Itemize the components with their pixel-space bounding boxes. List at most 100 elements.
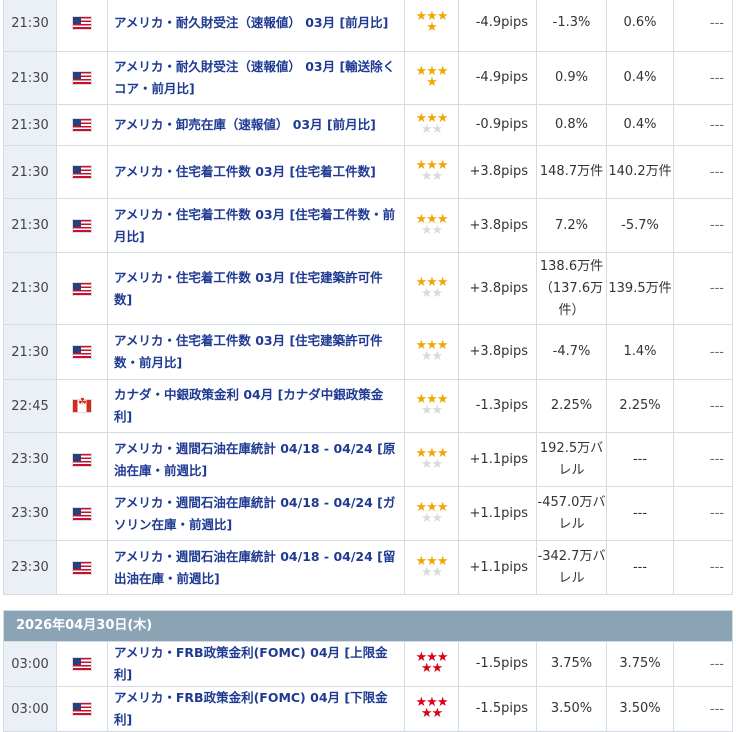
country-flag bbox=[56, 486, 108, 541]
importance: ★★★ ★★ bbox=[404, 104, 459, 146]
country-flag bbox=[56, 0, 108, 52]
previous-value: 1.4% bbox=[606, 324, 674, 380]
forecast-value: 3.50% bbox=[536, 686, 607, 732]
actual-value: --- bbox=[673, 432, 733, 487]
actual-value: --- bbox=[673, 379, 733, 433]
event-time: 03:00 bbox=[3, 686, 57, 732]
importance-stars: ★★★ ★★ bbox=[416, 276, 449, 301]
importance-stars: ★★★ ★★ bbox=[416, 501, 449, 525]
importance-stars: ★★★ ★★ bbox=[416, 339, 449, 364]
star-icon: ★ bbox=[431, 285, 444, 301]
star-icon: ★ bbox=[431, 564, 444, 580]
star-icon: ★ bbox=[415, 64, 428, 79]
actual-value: --- bbox=[673, 540, 733, 595]
forecast-value: -342.7万バレル bbox=[536, 540, 607, 595]
forecast-value: -457.0万バレル bbox=[536, 486, 607, 541]
pips-change: +1.1pips bbox=[458, 432, 537, 487]
previous-value: 139.5万件 bbox=[606, 252, 674, 325]
actual-value: --- bbox=[673, 324, 733, 380]
us-flag-icon bbox=[72, 281, 92, 296]
event-name-link[interactable]: アメリカ・週間石油在庫統計 04/18 - 04/24 [ガソリン在庫・前週比] bbox=[107, 486, 405, 541]
star-icon: ★ bbox=[426, 20, 438, 35]
pips-change: +3.8pips bbox=[458, 198, 537, 253]
event-time: 23:30 bbox=[3, 540, 57, 595]
country-flag bbox=[56, 104, 108, 146]
actual-value: --- bbox=[673, 104, 733, 146]
pips-change: +3.8pips bbox=[458, 252, 537, 325]
importance: ★★★ ★★ bbox=[404, 252, 459, 325]
star-icon: ★ bbox=[420, 122, 433, 137]
importance-stars: ★★★ ★★ bbox=[416, 393, 449, 418]
event-time: 21:30 bbox=[3, 51, 57, 105]
us-flag-icon bbox=[72, 16, 92, 30]
star-icon: ★ bbox=[431, 706, 444, 721]
previous-value: --- bbox=[606, 432, 674, 487]
event-time: 21:30 bbox=[3, 324, 57, 380]
importance: ★★★ ★ bbox=[404, 0, 459, 52]
importance-stars: ★★★ ★★ bbox=[416, 213, 449, 238]
calendar-row: 23:30 アメリカ・週間石油在庫統計 04/18 - 04/24 [ガソリン在庫… bbox=[3, 486, 733, 541]
date-header: 2026年04月30日(木) bbox=[3, 610, 733, 642]
calendar-row: 21:30 アメリカ・住宅着工件数 03月 [住宅着工件数・前月比] ★★★ ★★ +3… bbox=[3, 198, 733, 253]
previous-value: 3.50% bbox=[606, 686, 674, 732]
importance: ★★★ ★★ bbox=[404, 379, 459, 433]
importance-stars: ★★★ ★★ bbox=[416, 696, 449, 721]
forecast-value: 3.75% bbox=[536, 641, 607, 687]
event-name-link[interactable]: カナダ・中銀政策金利 04月 [カナダ中銀政策金利] bbox=[107, 379, 405, 433]
us-flag-icon bbox=[72, 71, 92, 85]
star-icon: ★ bbox=[420, 169, 433, 184]
event-name-link[interactable]: アメリカ・住宅着工件数 03月 [住宅着工件数] bbox=[107, 145, 405, 199]
importance-stars: ★★★ ★ bbox=[415, 9, 449, 35]
forecast-value: 192.5万バレル bbox=[536, 432, 607, 487]
star-icon: ★ bbox=[420, 222, 433, 238]
star-icon: ★ bbox=[420, 349, 433, 364]
country-flag bbox=[56, 145, 108, 199]
star-icon: ★ bbox=[420, 456, 433, 472]
event-time: 21:30 bbox=[3, 0, 57, 52]
event-time: 21:30 bbox=[3, 104, 57, 146]
star-icon: ★ bbox=[420, 706, 433, 721]
event-name-link[interactable]: アメリカ・住宅着工件数 03月 [住宅建築許可件数] bbox=[107, 252, 405, 325]
importance: ★★★ ★★ bbox=[404, 686, 459, 732]
importance-stars: ★★★ ★★ bbox=[416, 112, 449, 137]
event-name-link[interactable]: アメリカ・住宅着工件数 03月 [住宅着工件数・前月比] bbox=[107, 198, 405, 253]
star-icon: ★ bbox=[426, 75, 438, 90]
event-name-link[interactable]: アメリカ・耐久財受注（速報値） 03月 [輸送除くコア・前月比] bbox=[107, 51, 405, 105]
country-flag bbox=[56, 432, 108, 487]
event-name-link[interactable]: アメリカ・耐久財受注（速報値） 03月 [前月比] bbox=[107, 0, 405, 52]
importance-stars: ★★★ ★ bbox=[415, 64, 449, 90]
star-icon: ★ bbox=[436, 9, 449, 24]
star-icon: ★ bbox=[431, 403, 444, 418]
event-name-link[interactable]: アメリカ・週間石油在庫統計 04/18 - 04/24 [原油在庫・前週比] bbox=[107, 432, 405, 487]
forecast-value: 0.8% bbox=[536, 104, 607, 146]
star-icon: ★ bbox=[415, 9, 428, 24]
importance: ★★★ ★★ bbox=[404, 641, 459, 687]
event-name-link[interactable]: アメリカ・住宅着工件数 03月 [住宅建築許可件数・前月比] bbox=[107, 324, 405, 380]
actual-value: --- bbox=[673, 145, 733, 199]
actual-value: --- bbox=[673, 686, 733, 732]
us-flag-icon bbox=[72, 506, 92, 521]
actual-value: --- bbox=[673, 252, 733, 325]
pips-change: +3.8pips bbox=[458, 324, 537, 380]
previous-value: --- bbox=[606, 540, 674, 595]
event-name-link[interactable]: アメリカ・FRB政策金利(FOMC) 04月 [下限金利] bbox=[107, 686, 405, 732]
importance-stars: ★★★ ★★ bbox=[416, 555, 449, 580]
event-name-link[interactable]: アメリカ・FRB政策金利(FOMC) 04月 [上限金利] bbox=[107, 641, 405, 687]
star-icon: ★ bbox=[431, 222, 444, 238]
event-name-link[interactable]: アメリカ・週間石油在庫統計 04/18 - 04/24 [留出油在庫・前週比] bbox=[107, 540, 405, 595]
pips-change: -0.9pips bbox=[458, 104, 537, 146]
canada-flag-icon bbox=[72, 397, 92, 413]
forecast-value: 148.7万件 bbox=[536, 145, 607, 199]
previous-value: -5.7% bbox=[606, 198, 674, 253]
us-flag-icon bbox=[72, 165, 92, 179]
pips-change: +1.1pips bbox=[458, 486, 537, 541]
star-icon: ★ bbox=[420, 661, 433, 676]
star-icon: ★ bbox=[431, 349, 444, 364]
previous-value: 2.25% bbox=[606, 379, 674, 433]
country-flag bbox=[56, 324, 108, 380]
event-time: 03:00 bbox=[3, 641, 57, 687]
event-name-link[interactable]: アメリカ・卸売在庫（速報値） 03月 [前月比] bbox=[107, 104, 405, 146]
importance: ★★★ ★★ bbox=[404, 198, 459, 253]
star-icon: ★ bbox=[431, 169, 444, 184]
importance-stars: ★★★ ★★ bbox=[416, 447, 449, 472]
